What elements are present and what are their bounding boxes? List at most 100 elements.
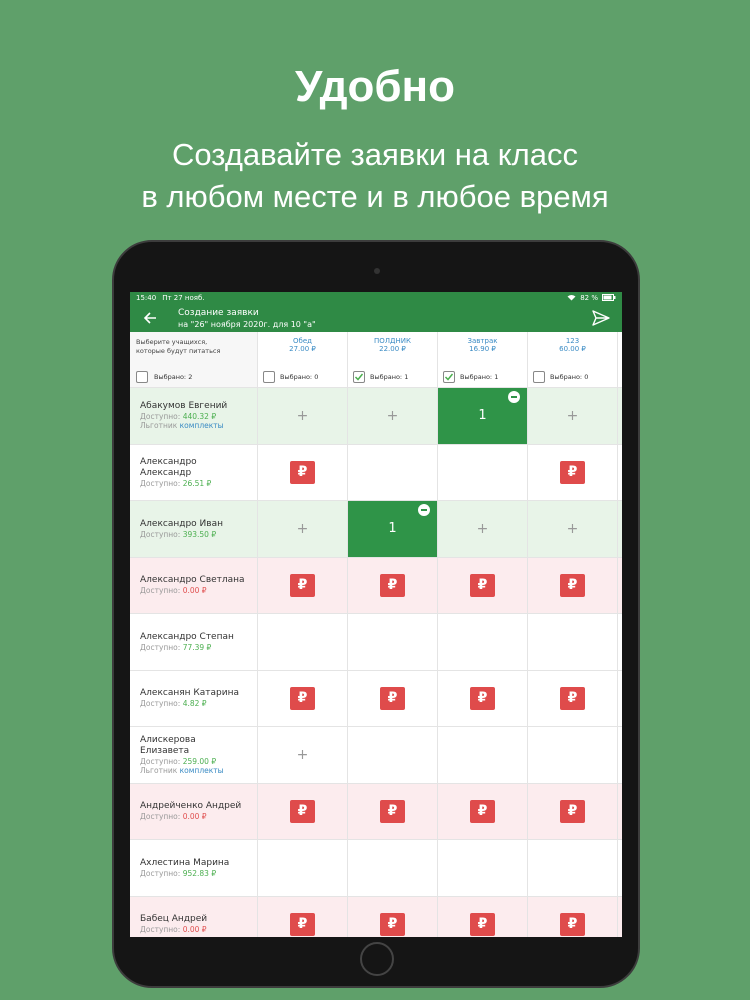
meal-name: 123	[565, 337, 580, 345]
student-name: Александро Иван	[140, 518, 223, 529]
minus-icon[interactable]	[418, 504, 430, 516]
meal-cell	[258, 614, 348, 670]
meal-checkbox[interactable]	[353, 371, 365, 383]
student-info[interactable]: Бабец Андрей Доступно: 0.00 ₽	[130, 896, 258, 937]
meal-cell	[528, 840, 618, 896]
student-name-line2: Елизавета	[140, 745, 190, 756]
balance-label: Доступно:	[140, 529, 183, 539]
meal-cell[interactable]: ₽	[528, 557, 618, 613]
meal-header-1: ПОЛДНИК 22.00 ₽ Выбрано: 1	[348, 332, 438, 387]
student-info[interactable]: Александро Иван Доступно: 393.50 ₽	[130, 501, 258, 557]
pay-button[interactable]: ₽	[470, 912, 495, 936]
meal-cell[interactable]: ₽	[528, 444, 618, 500]
meal-checkbox[interactable]	[443, 371, 455, 383]
pay-button[interactable]: ₽	[290, 912, 315, 936]
meal-cell	[348, 840, 438, 896]
balance-text: Доступно: 393.50 ₽	[140, 530, 247, 539]
balance-amount: 0.00 ₽	[182, 925, 207, 935]
meal-cell[interactable]: ₽	[348, 557, 438, 613]
pay-button[interactable]: ₽	[470, 799, 495, 823]
meal-cell[interactable]: 1	[438, 388, 528, 444]
table-row: Алексанян Катарина Доступно: 4.82 ₽ ₽ ₽ ₽ ₽	[130, 670, 622, 727]
meal-cell[interactable]: ₽	[528, 670, 618, 726]
plus-icon[interactable]: +	[297, 521, 309, 537]
meal-cell[interactable]: ₽	[258, 783, 348, 839]
promo-subtitle-line2: в любом месте и в любое время	[141, 179, 609, 214]
meal-cell[interactable]: ₽	[438, 557, 528, 613]
student-info[interactable]: Александро Александр Доступно: 26.51 ₽	[130, 444, 258, 500]
meal-cell[interactable]: +	[348, 388, 438, 444]
meal-cell[interactable]: ₽	[258, 557, 348, 613]
plus-icon[interactable]: +	[387, 408, 399, 424]
meal-select-row: Выбрано: 0	[263, 371, 318, 383]
student-name: Бабец Андрей	[140, 914, 208, 925]
plus-icon[interactable]: +	[567, 521, 579, 537]
meal-cell	[438, 614, 528, 670]
plus-icon[interactable]: +	[297, 747, 309, 763]
home-button[interactable]	[360, 942, 394, 976]
select-all-checkbox[interactable]	[136, 371, 148, 383]
meal-select-row: Выбрано: 1	[443, 371, 498, 383]
meal-cell[interactable]: ₽	[528, 783, 618, 839]
pay-button[interactable]: ₽	[560, 460, 585, 484]
kits-link[interactable]: комплекты	[180, 421, 224, 430]
pay-button[interactable]: ₽	[290, 460, 315, 484]
student-info[interactable]: Ахлестина Марина Доступно: 952.83 ₽	[130, 840, 258, 896]
meal-select-row: Выбрано: 0	[533, 371, 588, 383]
pay-button[interactable]: ₽	[380, 686, 405, 710]
pay-button[interactable]: ₽	[290, 799, 315, 823]
meal-cell[interactable]: ₽	[528, 896, 618, 937]
meal-cell[interactable]: ₽	[348, 783, 438, 839]
back-arrow-icon[interactable]	[142, 310, 158, 326]
meal-checkbox[interactable]	[263, 371, 275, 383]
pay-button[interactable]: ₽	[380, 573, 405, 597]
meal-cell[interactable]: +	[528, 501, 618, 557]
meal-cell[interactable]: +	[258, 388, 348, 444]
meal-selected-count: Выбрано: 1	[370, 373, 409, 381]
pay-button[interactable]: ₽	[560, 686, 585, 710]
student-info[interactable]: Алексанян Катарина Доступно: 4.82 ₽	[130, 670, 258, 726]
pay-button[interactable]: ₽	[560, 573, 585, 597]
pay-button[interactable]: ₽	[380, 912, 405, 936]
meal-checkbox[interactable]	[533, 371, 545, 383]
promo-title: Удобно	[294, 62, 456, 111]
meal-cell[interactable]: ₽	[258, 444, 348, 500]
kits-link[interactable]: комплекты	[180, 766, 224, 775]
meal-cell[interactable]: ₽	[348, 670, 438, 726]
meal-cell[interactable]: ₽	[438, 896, 528, 937]
plus-icon[interactable]: +	[567, 408, 579, 424]
meal-cell[interactable]: 1	[348, 501, 438, 557]
pay-button[interactable]: ₽	[560, 799, 585, 823]
meal-cell[interactable]: ₽	[348, 896, 438, 937]
meal-header-2: Завтрак 16.90 ₽ Выбрано: 1	[438, 332, 528, 387]
meal-cell[interactable]: ₽	[438, 783, 528, 839]
plus-icon[interactable]: +	[477, 521, 489, 537]
balance-amount: 0.00 ₽	[182, 812, 207, 822]
pay-button[interactable]: ₽	[470, 686, 495, 710]
student-info[interactable]: Андрейченко Андрей Доступно: 0.00 ₽	[130, 783, 258, 839]
student-name: Абакумов Евгений	[140, 401, 228, 412]
table-row: Александро Светлана Доступно: 0.00 ₽ ₽ ₽ ₽ ₽	[130, 557, 622, 614]
student-info[interactable]: Алискерова Елизавета Доступно: 259.00 ₽ Льг…	[130, 727, 258, 783]
plus-icon[interactable]: +	[297, 408, 309, 424]
pay-button[interactable]: ₽	[470, 573, 495, 597]
meal-cell[interactable]: +	[258, 501, 348, 557]
meal-cell[interactable]: +	[438, 501, 528, 557]
table-row: Бабец Андрей Доступно: 0.00 ₽ ₽ ₽ ₽ ₽	[130, 896, 622, 937]
pay-button[interactable]: ₽	[290, 686, 315, 710]
pay-button[interactable]: ₽	[290, 573, 315, 597]
meal-cell[interactable]: ₽	[438, 670, 528, 726]
pay-button[interactable]: ₽	[380, 799, 405, 823]
student-info[interactable]: Александро Светлана Доступно: 0.00 ₽	[130, 557, 258, 613]
meal-cell[interactable]: ₽	[258, 896, 348, 937]
table-row: Ахлестина Марина Доступно: 952.83 ₽	[130, 840, 622, 897]
meal-cell[interactable]: +	[258, 727, 348, 783]
meal-cell[interactable]: +	[528, 388, 618, 444]
minus-icon[interactable]	[508, 391, 520, 403]
student-info[interactable]: Александро Степан Доступно: 77.39 ₽	[130, 614, 258, 670]
meal-cell[interactable]: ₽	[258, 670, 348, 726]
pay-button[interactable]: ₽	[560, 912, 585, 936]
student-name: Ахлестина Марина	[140, 857, 230, 868]
student-info[interactable]: Абакумов Евгений Доступно: 440.32 ₽ Льготн…	[130, 388, 258, 444]
send-icon[interactable]	[592, 310, 610, 326]
